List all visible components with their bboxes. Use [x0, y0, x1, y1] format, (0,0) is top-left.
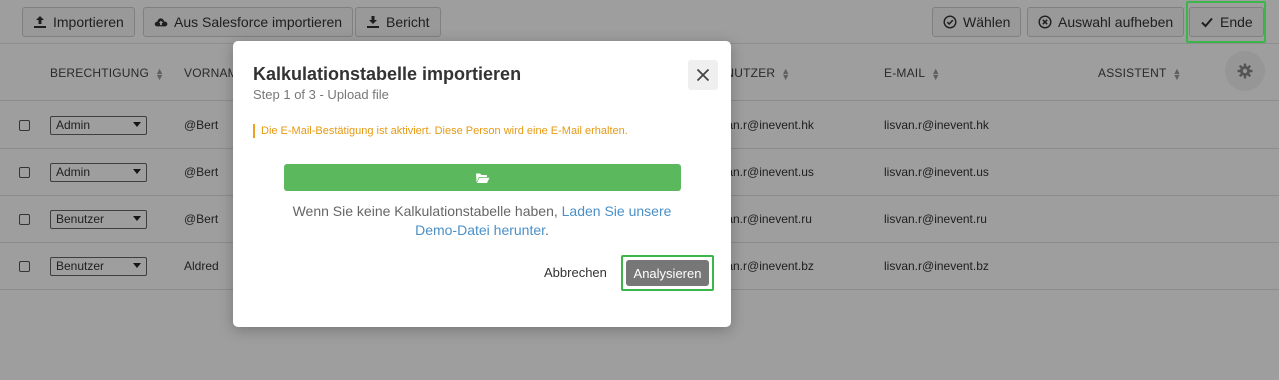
folder-open-icon: [476, 173, 490, 183]
analyze-button-highlight: [621, 255, 714, 291]
dialog-step: Step 1 of 3 - Upload file: [253, 87, 389, 102]
cancel-button[interactable]: Abbrechen: [544, 265, 607, 280]
close-button[interactable]: [688, 60, 718, 90]
upload-file-button[interactable]: [284, 164, 681, 191]
close-icon: [696, 68, 710, 82]
email-warning: Die E-Mail-Bestätigung ist aktiviert. Di…: [253, 124, 628, 138]
demo-file-info: Wenn Sie keine Kalkulationstabelle haben…: [292, 203, 672, 238]
dialog-title: Kalkulationstabelle importieren: [253, 64, 522, 84]
done-button-highlight: [1186, 1, 1266, 43]
